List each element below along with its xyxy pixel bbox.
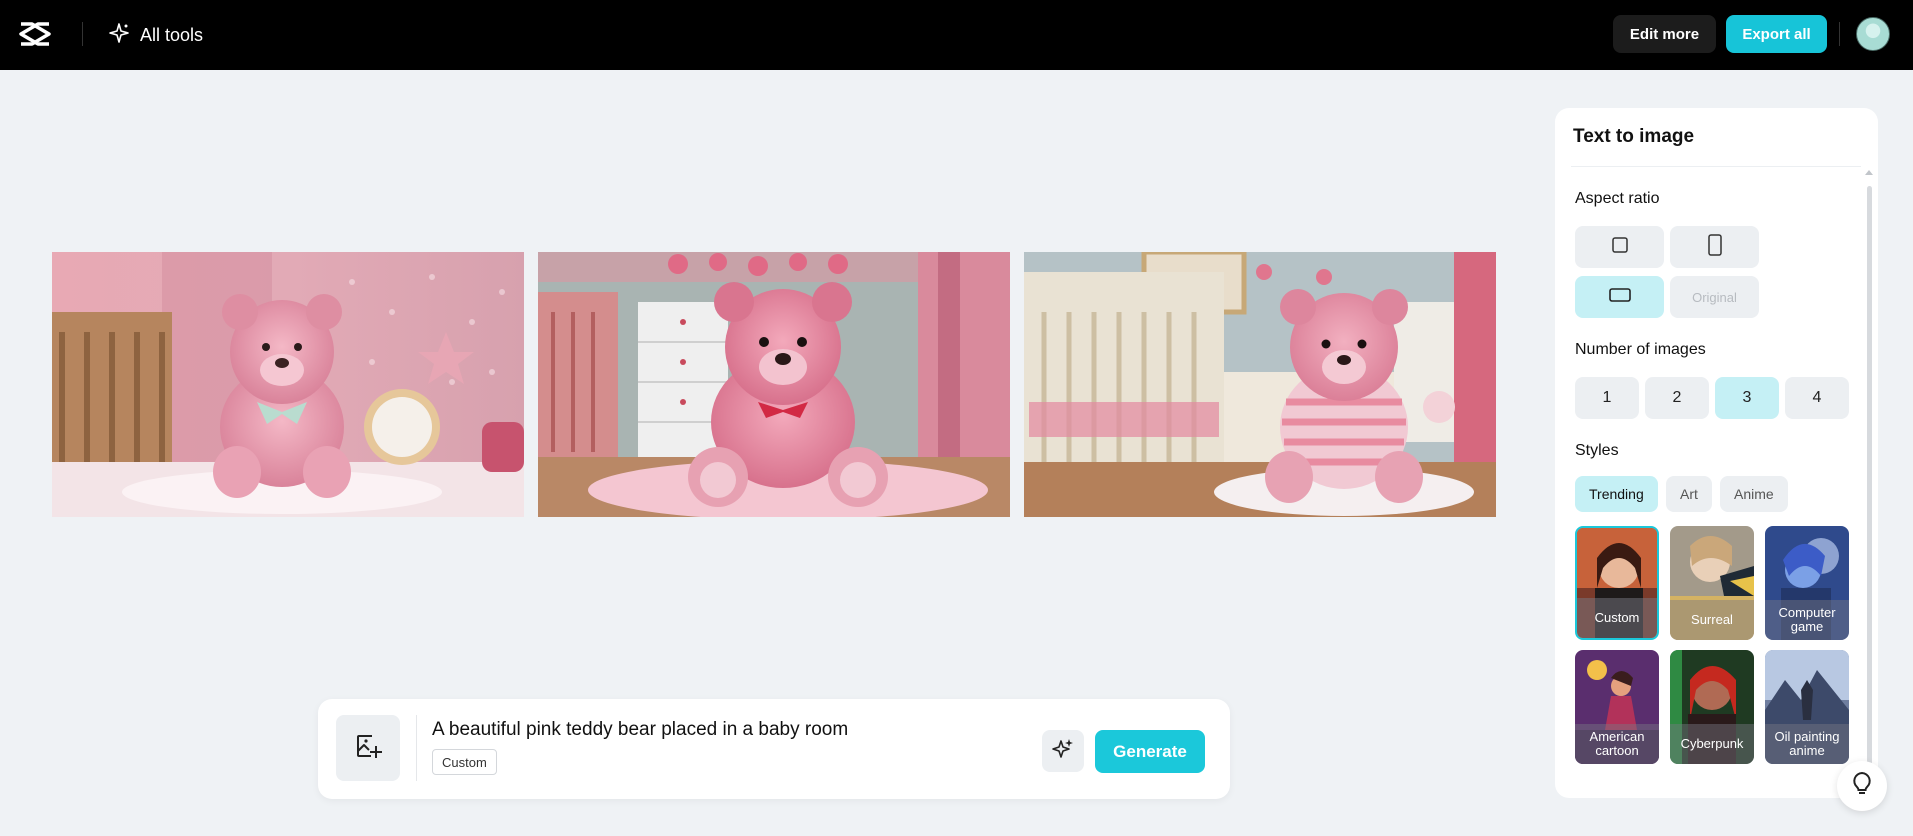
- all-tools-button[interactable]: All tools: [108, 20, 203, 50]
- style-card-label: American cartoon: [1575, 724, 1659, 764]
- style-tab-trending[interactable]: Trending: [1575, 476, 1658, 512]
- aspect-landscape-button[interactable]: [1575, 276, 1664, 318]
- portrait-ratio-icon: [1706, 233, 1724, 261]
- all-tools-label: All tools: [140, 24, 204, 45]
- topbar-divider-right: [1839, 22, 1840, 46]
- panel-divider: [1571, 166, 1861, 167]
- style-card-label: Custom: [1577, 598, 1657, 638]
- edit-more-button[interactable]: Edit more: [1613, 15, 1716, 53]
- lightbulb-icon: [1850, 771, 1874, 802]
- text-to-image-panel: Text to image Aspect ratio Original Numb…: [1555, 108, 1878, 798]
- style-tab-anime[interactable]: Anime: [1720, 476, 1788, 512]
- styles-label: Styles: [1575, 442, 1619, 459]
- topbar-divider: [82, 22, 83, 46]
- style-card-american-cartoon[interactable]: American cartoon: [1575, 650, 1659, 764]
- num-images-1-button[interactable]: 1: [1575, 377, 1639, 419]
- style-tab-art[interactable]: Art: [1666, 476, 1712, 512]
- prompt-divider: [416, 715, 417, 781]
- add-image-button[interactable]: [336, 715, 400, 781]
- scroll-thumb[interactable]: [1867, 186, 1872, 796]
- style-tag[interactable]: Custom: [432, 749, 497, 775]
- style-card-custom[interactable]: Custom: [1575, 526, 1659, 640]
- style-card-label: Cyberpunk: [1670, 724, 1754, 764]
- generate-button[interactable]: Generate: [1095, 730, 1205, 773]
- style-card-label: Surreal: [1670, 600, 1754, 640]
- num-images-3-button[interactable]: 3: [1715, 377, 1779, 419]
- prompt-bar: A beautiful pink teddy bear placed in a …: [318, 699, 1230, 799]
- style-card-label: Oil painting anime: [1765, 724, 1849, 764]
- capcut-logo-icon[interactable]: [18, 20, 52, 48]
- generated-image-3[interactable]: [1024, 252, 1496, 517]
- aspect-ratio-label: Aspect ratio: [1575, 190, 1660, 207]
- num-images-2-button[interactable]: 2: [1645, 377, 1709, 419]
- style-card-surreal[interactable]: Surreal: [1670, 526, 1754, 640]
- aspect-square-button[interactable]: [1575, 226, 1664, 268]
- add-image-icon: [354, 732, 382, 765]
- magic-enhance-button[interactable]: [1042, 730, 1084, 772]
- aspect-portrait-button[interactable]: [1670, 226, 1759, 268]
- sparkle-icon: [1051, 737, 1075, 766]
- num-images-4-button[interactable]: 4: [1785, 377, 1849, 419]
- export-all-button[interactable]: Export all: [1726, 15, 1827, 53]
- scroll-up-icon[interactable]: [1865, 170, 1873, 175]
- user-avatar[interactable]: [1856, 17, 1890, 51]
- landscape-ratio-icon: [1608, 287, 1631, 308]
- panel-title: Text to image: [1573, 126, 1695, 147]
- style-card-cyberpunk[interactable]: Cyberpunk: [1670, 650, 1754, 764]
- sparkle-icon: [108, 22, 130, 49]
- style-card-oil-painting-anime[interactable]: Oil painting anime: [1765, 650, 1849, 764]
- style-card-label: Computer game: [1765, 600, 1849, 640]
- generated-image-1[interactable]: [52, 252, 524, 517]
- tips-button[interactable]: [1837, 761, 1887, 811]
- style-card-computer-game[interactable]: Computer game: [1765, 526, 1849, 640]
- prompt-input[interactable]: A beautiful pink teddy bear placed in a …: [432, 719, 848, 741]
- square-ratio-icon: [1611, 236, 1629, 259]
- number-of-images-label: Number of images: [1575, 341, 1706, 358]
- top-bar: All tools Edit more Export all: [0, 0, 1913, 70]
- aspect-original-button[interactable]: Original: [1670, 276, 1759, 318]
- generated-image-2[interactable]: [538, 252, 1010, 517]
- generated-gallery: [52, 252, 1496, 517]
- panel-scrollbar[interactable]: [1865, 170, 1873, 796]
